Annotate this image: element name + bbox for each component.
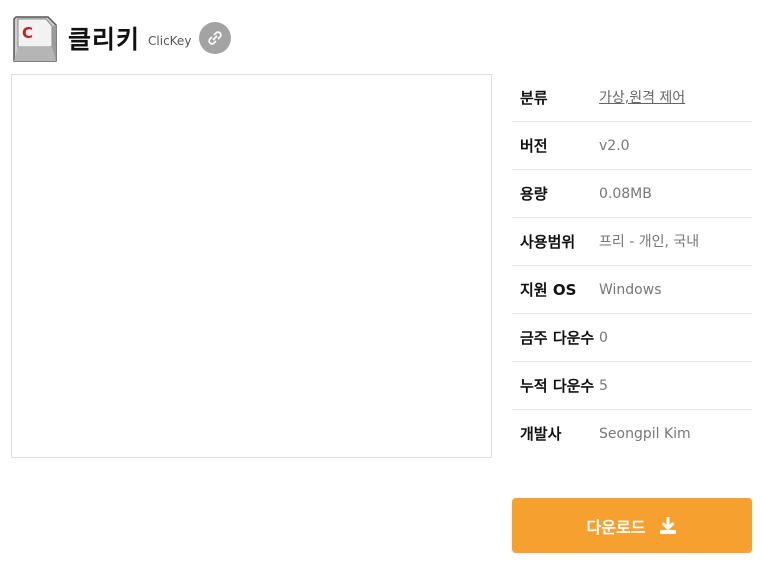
info-value: v2.0 (599, 138, 630, 154)
info-table: 분류 가상,원격 제어 버전 v2.0 용량 0.08MB 사용범위 프리 - … (512, 74, 752, 457)
info-value: 프리 - 개인, 국내 (599, 234, 700, 250)
link-button[interactable] (199, 22, 232, 54)
info-label: 용량 (520, 185, 548, 203)
info-label: 버전 (520, 137, 548, 155)
download-icon (659, 516, 677, 535)
info-row-total-downloads: 누적 다운수 5 (512, 362, 752, 410)
keycap-c-icon: C (12, 13, 58, 63)
info-label: 누적 다운수 (520, 377, 595, 395)
info-label: 지원 OS (520, 281, 577, 299)
info-row-version: 버전 v2.0 (512, 122, 752, 170)
info-row-size: 용량 0.08MB (512, 170, 752, 218)
link-icon (207, 30, 223, 46)
download-label: 다운로드 (586, 517, 646, 537)
category-link[interactable]: 가상,원격 제어 (599, 87, 752, 109)
info-value: Windows (599, 282, 662, 298)
info-label: 분류 (520, 89, 548, 107)
screenshot-preview (11, 74, 492, 458)
info-label: 금주 다운수 (520, 329, 595, 347)
info-row-developer: 개발사 Seongpil Kim (512, 410, 752, 457)
info-value: Seongpil Kim (599, 426, 691, 442)
info-value: 0 (599, 330, 608, 346)
info-row-os: 지원 OS Windows (512, 266, 752, 314)
info-label: 사용범위 (520, 233, 576, 251)
app-subtitle: ClicKey (148, 34, 192, 48)
download-button[interactable]: 다운로드 (512, 498, 752, 553)
app-title: 클리키 (68, 25, 141, 54)
info-value: 5 (599, 378, 608, 394)
info-row-category: 분류 가상,원격 제어 (512, 74, 752, 122)
app-header: C 클리키 ClicKey (12, 13, 232, 63)
info-row-license: 사용범위 프리 - 개인, 국내 (512, 218, 752, 266)
info-label: 개발사 (520, 425, 562, 443)
info-value: 0.08MB (599, 186, 652, 202)
svg-text:C: C (22, 24, 33, 42)
info-row-weekly-downloads: 금주 다운수 0 (512, 314, 752, 362)
